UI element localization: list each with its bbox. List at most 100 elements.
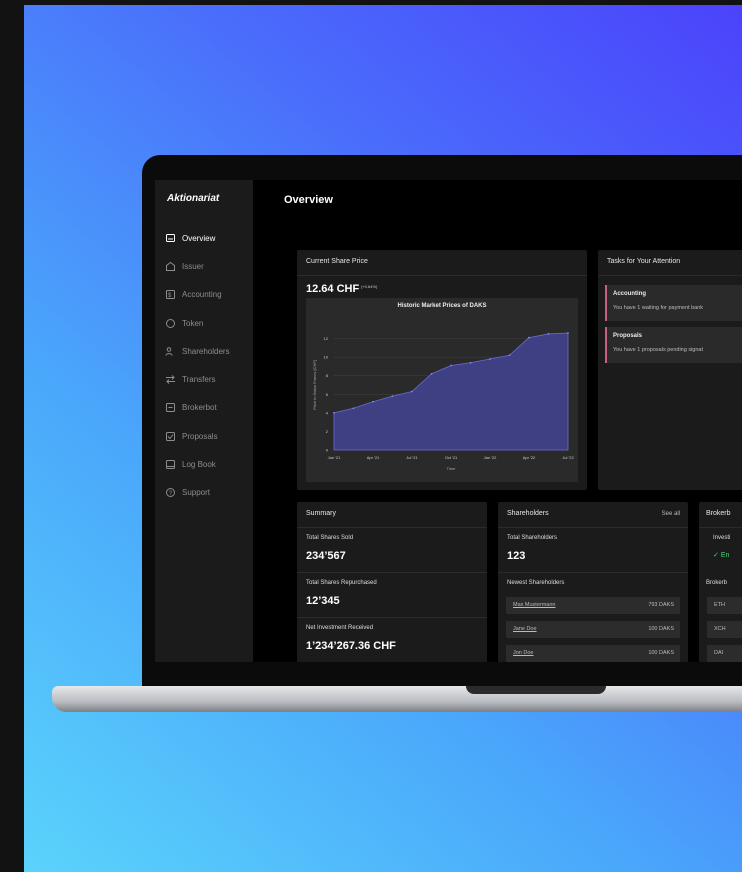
x-tick-label: Apr '22 xyxy=(523,455,536,460)
sidebar-item-proposals[interactable]: Proposals xyxy=(165,422,230,450)
sidebar-item-label: Transfers xyxy=(182,375,216,385)
data-point xyxy=(352,407,355,410)
share-price-change: (+0.64%) xyxy=(361,284,378,289)
sidebar-item-overview[interactable]: Overview xyxy=(165,224,230,252)
chart-svg: 0 2 4 6 8 10 12 Jan '21 Apr '21 Jul '21 Oct '21 Jan… xyxy=(312,332,574,471)
sidebar-nav: Overview Issuer $ Accounting Token Shareholde… xyxy=(165,224,230,507)
sidebar-item-transfers[interactable]: Transfers xyxy=(165,365,230,393)
y-tick-label: 6 xyxy=(326,392,329,397)
sidebar-item-label: Log Book xyxy=(182,460,216,470)
data-point xyxy=(372,400,374,403)
total-shares-sold-value: 234’567 xyxy=(306,550,346,562)
sidebar-item-log-book[interactable]: Log Book xyxy=(165,450,230,478)
laptop-notch xyxy=(466,686,606,694)
brokerbot-card: Brokerb Investi ✓ En Brokerb ETH XCH DAI xyxy=(699,502,742,662)
sidebar-item-accounting[interactable]: $ Accounting xyxy=(165,281,230,309)
data-point xyxy=(489,358,491,360)
shareholder-row[interactable]: Jon Doe 100 DAKS xyxy=(506,645,680,662)
task-proposals[interactable]: Proposals You have 1 proposals pending s… xyxy=(605,327,742,363)
y-tick-label: 0 xyxy=(326,448,329,453)
logbook-icon xyxy=(166,460,175,470)
divider xyxy=(699,527,742,528)
see-all-link[interactable]: See all xyxy=(662,511,680,517)
sidebar-item-brokerbot[interactable]: Brokerbot xyxy=(165,394,230,422)
proposals-icon xyxy=(166,431,175,441)
shareholders-title: Shareholders xyxy=(507,510,549,517)
summary-title: Summary xyxy=(306,510,336,517)
data-point xyxy=(508,354,511,357)
tasks-title: Tasks for Your Attention xyxy=(607,258,681,265)
accounting-icon: $ xyxy=(166,290,175,300)
data-point xyxy=(547,333,550,335)
check-icon: ✓ xyxy=(713,552,719,559)
data-point xyxy=(411,390,413,393)
data-point xyxy=(430,372,433,375)
support-icon: ? xyxy=(166,488,175,498)
x-tick-label: Oct '21 xyxy=(445,455,458,460)
sidebar-item-shareholders[interactable]: Shareholders xyxy=(165,337,230,365)
laptop-base xyxy=(52,686,742,712)
x-tick-label: Apr '21 xyxy=(367,455,380,460)
sidebar-item-issuer[interactable]: Issuer xyxy=(165,252,230,280)
sidebar-item-token[interactable]: Token xyxy=(165,309,230,337)
tasks-card: Tasks for Your Attention Accounting You … xyxy=(598,250,742,490)
task-accounting[interactable]: Accounting You have 1 waiting for paymen… xyxy=(605,285,742,321)
summary-card: Summary Total Shares Sold 234’567 Total … xyxy=(297,502,487,662)
task-title: Accounting xyxy=(613,291,646,297)
total-shares-repurchased-value: 12’345 xyxy=(306,595,340,607)
sidebar-item-label: Brokerbot xyxy=(182,403,217,413)
overview-icon xyxy=(166,233,175,242)
sidebar-item-label: Overview xyxy=(182,233,216,243)
brokerbot-token: DAI xyxy=(714,650,724,656)
x-tick-label: Jan '21 xyxy=(328,455,342,460)
shareholder-value: 793 DAKS xyxy=(648,602,674,608)
sidebar: Aktionariat Overview Issuer $ Accounting Tok… xyxy=(155,180,253,662)
shareholder-row[interactable]: Jane Doe 100 DAKS xyxy=(506,621,680,638)
shareholder-row[interactable]: Max Mustermann 793 DAKS xyxy=(506,597,680,614)
brokerbot-sub-label: Brokerb xyxy=(706,580,728,586)
sidebar-item-support[interactable]: ? Support xyxy=(165,479,230,507)
y-tick-label: 12 xyxy=(324,336,329,341)
task-title: Proposals xyxy=(613,333,643,339)
data-point xyxy=(469,361,472,364)
y-axis-label: Price in Swiss Francs [CHF] xyxy=(312,360,317,410)
sidebar-item-label: Shareholders xyxy=(182,346,230,356)
divider xyxy=(498,527,688,528)
total-shareholders-value: 123 xyxy=(507,550,526,562)
brokerbot-row[interactable]: XCH xyxy=(707,621,742,638)
divider xyxy=(297,572,487,573)
shareholder-name[interactable]: Jon Doe xyxy=(513,650,534,656)
brokerbot-row[interactable]: DAI xyxy=(707,645,742,662)
share-price-card: Current Share Price 12.64 CHF (+0.64%) H… xyxy=(297,250,587,490)
sidebar-item-label: Proposals xyxy=(182,431,218,441)
net-investment-value: 1’234’267.36 CHF xyxy=(306,640,396,652)
data-point xyxy=(528,336,530,339)
sidebar-item-label: Issuer xyxy=(182,261,204,271)
shareholder-value: 100 DAKS xyxy=(648,650,674,656)
brokerbot-token: XCH xyxy=(714,626,726,632)
divider xyxy=(297,275,587,276)
token-icon xyxy=(166,318,175,328)
shareholders-icon xyxy=(165,347,173,356)
page-title: Overview xyxy=(284,194,333,206)
brokerbot-icon xyxy=(166,403,175,413)
transfers-icon xyxy=(166,375,175,384)
share-price-value: 12.64 CHF xyxy=(306,283,360,295)
divider xyxy=(598,275,742,276)
total-shares-sold-label: Total Shares Sold xyxy=(306,535,354,541)
brokerbot-token: ETH xyxy=(714,602,725,608)
task-desc: You have 1 waiting for payment bank xyxy=(613,305,703,311)
shareholder-name[interactable]: Jane Doe xyxy=(513,626,537,632)
shareholder-name[interactable]: Max Mustermann xyxy=(513,602,556,608)
share-price-title: Current Share Price xyxy=(306,258,368,265)
divider xyxy=(498,572,688,573)
total-shareholders-label: Total Shareholders xyxy=(507,535,558,541)
newest-shareholders-label: Newest Shareholders xyxy=(507,580,565,586)
brokerbot-row[interactable]: ETH xyxy=(707,597,742,614)
brokerbot-invest-label: Investi xyxy=(713,535,731,541)
x-tick-label: Jul '22 xyxy=(562,455,574,460)
shareholder-value: 100 DAKS xyxy=(648,626,674,632)
issuer-icon xyxy=(166,261,175,271)
data-point xyxy=(567,332,569,334)
net-investment-label: Net Investment Received xyxy=(306,625,374,631)
